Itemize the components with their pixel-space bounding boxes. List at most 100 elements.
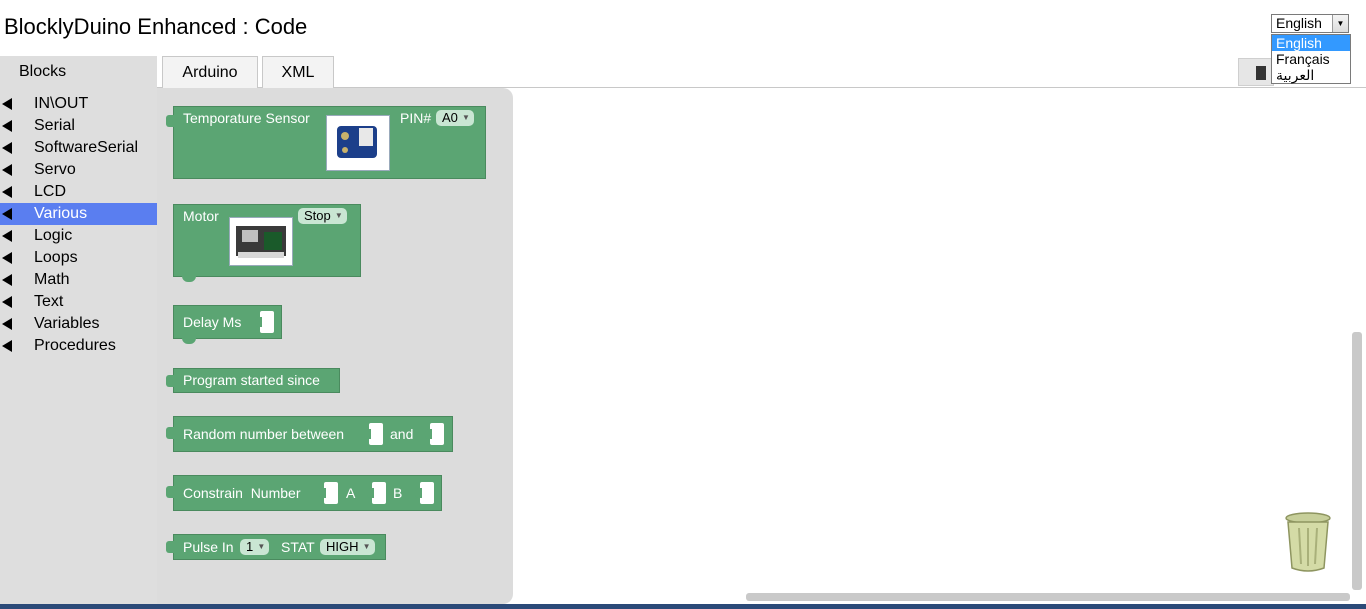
category-text[interactable]: Text [0, 291, 157, 313]
category-label: Servo [34, 161, 76, 178]
category-various[interactable]: Various [0, 203, 157, 225]
constrain-a-input[interactable] [367, 482, 386, 504]
category-variables[interactable]: Variables [0, 313, 157, 335]
constrain-block[interactable]: Constrain Number A B [166, 475, 442, 511]
tab-xml[interactable]: XML [262, 56, 334, 88]
category-servo[interactable]: Servo [0, 159, 157, 181]
pulse-stat-label: STAT [281, 539, 315, 555]
program-started-block[interactable]: Program started since [166, 368, 340, 393]
expand-triangle-icon [2, 340, 12, 352]
constrain-b-label: B [393, 485, 403, 501]
random-number-label: Random number between [183, 426, 345, 442]
category-label: Logic [34, 227, 73, 244]
app-title: BlocklyDuino Enhanced : Code [4, 14, 308, 39]
category-softwareserial[interactable]: SoftwareSerial [0, 137, 157, 159]
category-procedures[interactable]: Procedures [0, 335, 157, 357]
delay-ms-block[interactable]: Delay Ms [173, 305, 282, 344]
temperature-sensor-image [326, 115, 390, 171]
delete-button[interactable] [1238, 58, 1274, 86]
pulse-in-label: Pulse In [183, 539, 234, 555]
category-inout[interactable]: IN\OUT [0, 93, 157, 115]
dropdown-arrow-icon: ▼ [257, 542, 266, 551]
category-math[interactable]: Math [0, 269, 157, 291]
expand-triangle-icon [2, 208, 12, 220]
language-selected-value: English [1276, 15, 1322, 31]
category-label: SoftwareSerial [34, 139, 139, 156]
dropdown-arrow-icon: ▼ [362, 542, 371, 551]
program-started-label: Program started since [183, 372, 320, 388]
next-connector [182, 276, 196, 282]
language-options-list: English Français العربية [1271, 34, 1351, 84]
chevron-down-icon[interactable]: ▼ [1332, 15, 1348, 32]
workspace-trash-icon[interactable] [1282, 510, 1334, 574]
workspace-horizontal-scrollbar[interactable] [746, 593, 1350, 601]
category-label: LCD [34, 183, 67, 200]
pin-dropdown-value: A0 [442, 110, 458, 125]
pin-label: PIN# [400, 110, 432, 126]
category-label: Various [34, 205, 88, 222]
block-flyout: Temporature Sensor PIN# A0 ▼ Motor Stop ▼ [157, 88, 513, 604]
language-option-arabic[interactable]: العربية [1272, 67, 1350, 83]
pulse-in-block[interactable]: Pulse In 1 ▼ STAT HIGH ▼ [166, 534, 386, 560]
expand-triangle-icon [2, 164, 12, 176]
trash-icon [1256, 66, 1266, 80]
tab-arduino[interactable]: Arduino [162, 56, 258, 88]
expand-triangle-icon [2, 252, 12, 264]
output-connector [166, 427, 174, 439]
expand-triangle-icon [2, 318, 12, 330]
expand-triangle-icon [2, 142, 12, 154]
random-max-input[interactable] [425, 423, 444, 445]
motor-label: Motor [183, 208, 219, 224]
category-label: Variables [34, 315, 100, 332]
expand-triangle-icon [2, 120, 12, 132]
os-taskbar [0, 604, 1366, 609]
temperature-sensor-block[interactable]: Temporature Sensor PIN# A0 ▼ [166, 106, 486, 179]
category-loops[interactable]: Loops [0, 247, 157, 269]
expand-triangle-icon [2, 98, 12, 110]
language-select[interactable]: English ▼ [1271, 14, 1349, 33]
output-connector [166, 541, 174, 553]
motor-block[interactable]: Motor Stop ▼ [173, 204, 361, 282]
language-option-francais[interactable]: Français [1272, 51, 1350, 67]
next-connector [182, 338, 196, 344]
random-number-block[interactable]: Random number between and [166, 416, 453, 452]
category-label: IN\OUT [34, 95, 89, 112]
random-and-label: and [390, 426, 414, 442]
expand-triangle-icon [2, 296, 12, 308]
output-connector [166, 375, 174, 387]
category-sidebar: IN\OUT Serial SoftwareSerial Servo LCD V… [0, 88, 157, 609]
output-connector [166, 486, 174, 498]
pulse-stat-value: HIGH [326, 539, 359, 554]
category-label: Text [34, 293, 64, 310]
constrain-a-label: A [346, 485, 356, 501]
category-label: Serial [34, 117, 75, 134]
delay-ms-label: Delay Ms [183, 314, 242, 330]
category-label: Procedures [34, 337, 116, 354]
pulse-pin-value: 1 [246, 539, 254, 554]
category-logic[interactable]: Logic [0, 225, 157, 247]
constrain-label: Constrain Number [183, 485, 301, 501]
motor-image [229, 217, 293, 266]
category-label: Math [34, 271, 70, 288]
constrain-b-input[interactable] [415, 482, 434, 504]
motor-state-value: Stop [304, 208, 331, 223]
expand-triangle-icon [2, 274, 12, 286]
delay-value-input[interactable] [255, 311, 274, 333]
workspace-vertical-scrollbar[interactable] [1352, 332, 1362, 590]
category-serial[interactable]: Serial [0, 115, 157, 137]
output-connector [166, 115, 174, 127]
language-option-english[interactable]: English [1272, 35, 1350, 51]
category-lcd[interactable]: LCD [0, 181, 157, 203]
temperature-sensor-label: Temporature Sensor [183, 110, 310, 126]
expand-triangle-icon [2, 186, 12, 198]
constrain-number-input[interactable] [319, 482, 338, 504]
pulse-stat-dropdown[interactable]: HIGH ▼ [320, 539, 375, 555]
blocks-header: Blocks [0, 56, 157, 88]
pulse-pin-dropdown[interactable]: 1 ▼ [240, 539, 270, 555]
expand-triangle-icon [2, 230, 12, 242]
motor-state-dropdown[interactable]: Stop ▼ [298, 208, 347, 224]
random-min-input[interactable] [364, 423, 383, 445]
pin-dropdown[interactable]: A0 ▼ [436, 110, 474, 126]
category-label: Loops [34, 249, 78, 266]
dropdown-arrow-icon: ▼ [334, 211, 343, 220]
